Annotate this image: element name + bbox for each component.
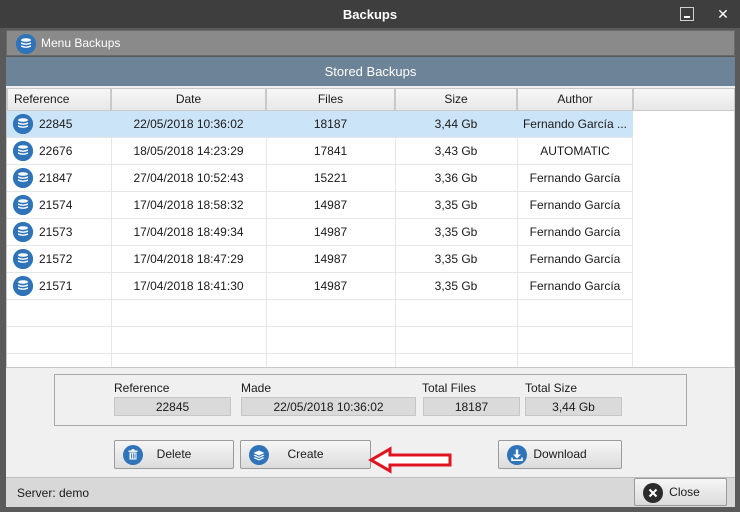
table-row[interactable]: 21847 27/04/2018 10:52:43 15221 3,36 Gb Fern…	[7, 165, 633, 192]
table-row[interactable]: 21574 17/04/2018 18:58:32 14987 3,35 Gb Fern…	[7, 192, 633, 219]
table-cell: 14987	[313, 198, 348, 212]
create-button[interactable]: Create	[240, 440, 371, 469]
table-row[interactable]: 22676 18/05/2018 14:23:29 17841 3,43 Gb AUTO…	[7, 138, 633, 165]
table-cell: AUTOMATIC	[540, 144, 610, 158]
table-cell: 17/04/2018 18:41:30	[133, 279, 244, 293]
download-button[interactable]: Download	[498, 440, 622, 469]
window-close-icon[interactable]: ✕	[716, 7, 730, 21]
close-button[interactable]: Close	[634, 478, 727, 506]
table-cell: 3,44 Gb	[434, 117, 478, 131]
table-cell: 3,35 Gb	[434, 225, 478, 239]
empty-row	[7, 300, 633, 327]
table-cell: 3,35 Gb	[434, 198, 478, 212]
backups-table[interactable]: Reference Date Files Size Author 22845 22…	[6, 88, 735, 368]
table-row[interactable]: 22845 22/05/2018 10:36:02 18187 3,44 Gb Fern…	[7, 111, 633, 138]
table-cell: 17/04/2018 18:58:32	[133, 198, 244, 212]
delete-label: Delete	[156, 447, 192, 461]
table-cell: 17/04/2018 18:47:29	[133, 252, 244, 266]
table-cell: 18187	[313, 117, 348, 131]
table-header: Reference Date Files Size Author	[7, 89, 734, 111]
backup-details-panel: Reference 22845 Made 22/05/2018 10:36:02…	[54, 374, 687, 426]
made-value: 22/05/2018 10:36:02	[241, 397, 416, 416]
database-icon	[13, 168, 33, 188]
table-row[interactable]: 21573 17/04/2018 18:49:34 14987 3,35 Gb Fern…	[7, 219, 633, 246]
stored-backups-title: Stored Backups	[6, 57, 735, 86]
close-label: Close	[669, 485, 700, 499]
table-cell: 17841	[313, 144, 348, 158]
table-cell: 3,35 Gb	[434, 279, 478, 293]
database-icon	[16, 34, 36, 54]
table-cell: 17/04/2018 18:49:34	[133, 225, 244, 239]
table-cell: 21571	[39, 279, 73, 293]
total-size-label: Total Size	[525, 381, 578, 395]
table-cell: 18/05/2018 14:23:29	[133, 144, 244, 158]
menu-backups-label: Menu Backups	[41, 36, 121, 50]
empty-row	[7, 354, 633, 367]
table-cell: Fernando García	[529, 225, 621, 239]
database-icon	[13, 276, 33, 296]
table-cell: 21572	[39, 252, 73, 266]
empty-row	[7, 327, 633, 354]
server-status: Server: demo	[17, 486, 90, 500]
reference-value: 22845	[114, 397, 231, 416]
table-cell: 14987	[313, 225, 348, 239]
create-label: Create	[287, 447, 324, 461]
status-bar: Server: demo	[6, 477, 735, 507]
total-files-label: Total Files	[422, 381, 477, 395]
table-cell: 22845	[39, 117, 73, 131]
database-icon	[13, 141, 33, 161]
table-cell: 21847	[39, 171, 73, 185]
download-label: Download	[533, 447, 587, 461]
table-cell: Fernando García	[529, 279, 621, 293]
table-cell: Fernando García	[529, 252, 621, 266]
made-label: Made	[241, 381, 272, 395]
table-cell: 14987	[313, 279, 348, 293]
table-cell: Fernando García	[529, 198, 621, 212]
database-icon	[13, 195, 33, 215]
column-header-reference[interactable]: Reference	[7, 89, 111, 111]
table-cell: 21573	[39, 225, 73, 239]
column-header-size[interactable]: Size	[395, 89, 517, 111]
database-icon	[13, 249, 33, 269]
column-header-filler	[633, 89, 734, 111]
reference-label: Reference	[114, 381, 170, 395]
table-cell: 22676	[39, 144, 73, 158]
table-cell: 3,35 Gb	[434, 252, 478, 266]
database-icon	[13, 114, 33, 134]
table-cell: 27/04/2018 10:52:43	[133, 171, 244, 185]
table-cell: Fernando García ...	[522, 117, 628, 131]
delete-button[interactable]: Delete	[114, 440, 234, 469]
window-titlebar: Backups ✕	[0, 0, 740, 28]
table-cell: 3,36 Gb	[434, 171, 478, 185]
window-title: Backups	[342, 7, 398, 22]
menu-backups-header[interactable]: Menu Backups	[6, 30, 735, 56]
table-cell: 22/05/2018 10:36:02	[133, 117, 244, 131]
table-row[interactable]: 21571 17/04/2018 18:41:30 14987 3,35 Gb Fern…	[7, 273, 633, 300]
column-header-date[interactable]: Date	[111, 89, 266, 111]
table-cell: 21574	[39, 198, 73, 212]
minimize-icon[interactable]	[680, 7, 694, 21]
column-header-files[interactable]: Files	[266, 89, 395, 111]
total-size-value: 3,44 Gb	[525, 397, 622, 416]
column-header-author[interactable]: Author	[517, 89, 633, 111]
red-arrow-annotation	[368, 446, 452, 474]
database-icon	[13, 222, 33, 242]
table-cell: 3,43 Gb	[434, 144, 478, 158]
table-row[interactable]: 21572 17/04/2018 18:47:29 14987 3,35 Gb Fern…	[7, 246, 633, 273]
table-cell: Fernando García	[529, 171, 621, 185]
total-files-value: 18187	[423, 397, 520, 416]
table-cell: 15221	[313, 171, 348, 185]
table-cell: 14987	[313, 252, 348, 266]
